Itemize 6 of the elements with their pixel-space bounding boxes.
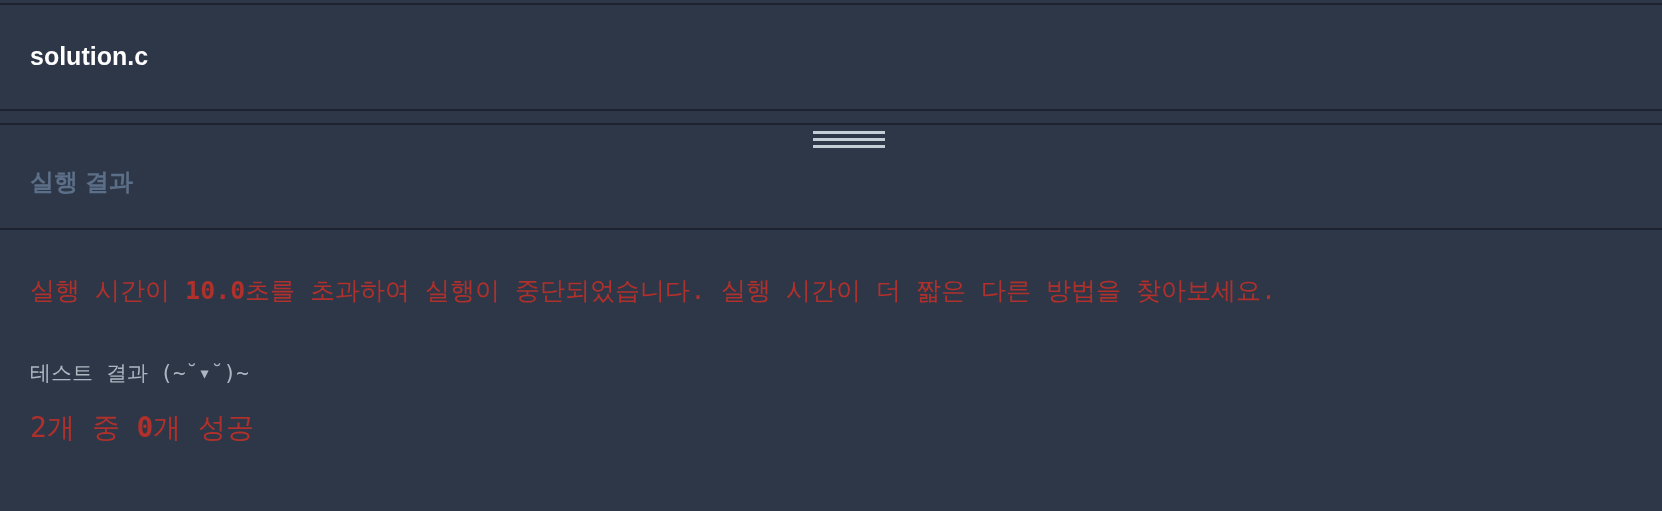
- error-message: 실행 시간이 10.0초를 초과하여 실행이 중단되었습니다. 실행 시간이 더 짧은 다른 방법을 찾아보세요.: [30, 275, 1277, 307]
- panel-title: 실행 결과: [30, 166, 133, 197]
- drag-handle-icon[interactable]: [813, 131, 885, 149]
- test-result-heading: 테스트 결과 (~˘▾˘)~: [30, 359, 250, 387]
- file-title: solution.c: [30, 41, 149, 73]
- test-summary: 2개 중 0개 성공: [30, 410, 256, 446]
